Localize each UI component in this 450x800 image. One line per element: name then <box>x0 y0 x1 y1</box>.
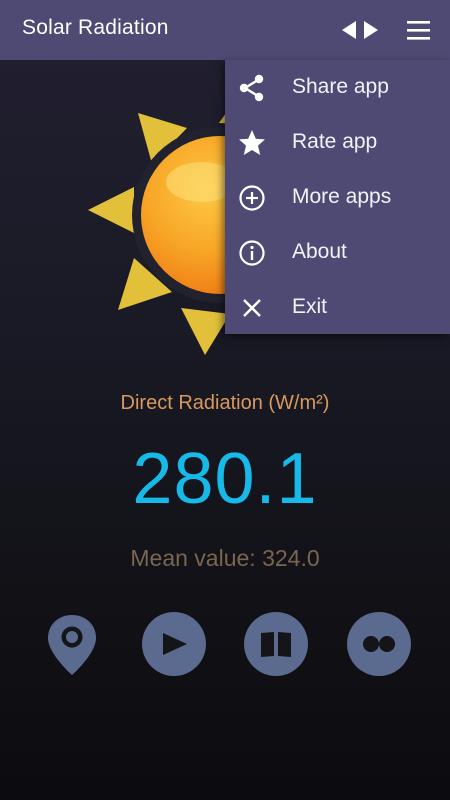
menu-item-label: More apps <box>292 185 392 208</box>
menu-item-about[interactable]: About <box>225 225 450 280</box>
overflow-menu-button[interactable] <box>402 14 434 46</box>
dots-button[interactable] <box>347 612 411 676</box>
menu-item-label: Rate app <box>292 130 378 153</box>
location-button[interactable] <box>44 612 100 678</box>
menu-item-label: Share app <box>292 75 389 98</box>
menu-item-rate-app[interactable]: Rate app <box>225 115 450 170</box>
left-right-arrows-icon <box>342 21 378 39</box>
star-icon <box>239 130 265 155</box>
info-icon <box>239 240 265 266</box>
location-pin-icon <box>48 615 96 675</box>
hamburger-menu-icon <box>407 21 430 40</box>
menu-item-share-app[interactable]: Share app <box>225 60 450 115</box>
close-icon <box>243 299 261 317</box>
menu-item-exit[interactable]: Exit <box>225 280 450 335</box>
play-icon <box>163 633 187 655</box>
book-icon <box>261 632 291 657</box>
menu-item-label: Exit <box>292 295 328 318</box>
two-dots-icon <box>363 636 395 652</box>
play-button[interactable] <box>142 612 206 676</box>
menu-item-label: About <box>292 240 347 263</box>
menu-item-more-apps[interactable]: More apps <box>225 170 450 225</box>
radiation-label: Direct Radiation (W/m²) <box>120 392 330 414</box>
share-icon <box>239 74 264 102</box>
app-bar: Solar Radiation <box>0 0 450 60</box>
overflow-menu: Share app Rate app More apps About Exit <box>225 60 450 334</box>
app-title: Solar Radiation <box>22 16 169 39</box>
left-right-arrows-button[interactable] <box>338 16 382 44</box>
book-button[interactable] <box>244 612 308 676</box>
mean-value: Mean value: 324.0 <box>130 545 320 571</box>
radiation-value: 280.1 <box>132 439 318 519</box>
plus-circle-icon <box>239 185 265 211</box>
